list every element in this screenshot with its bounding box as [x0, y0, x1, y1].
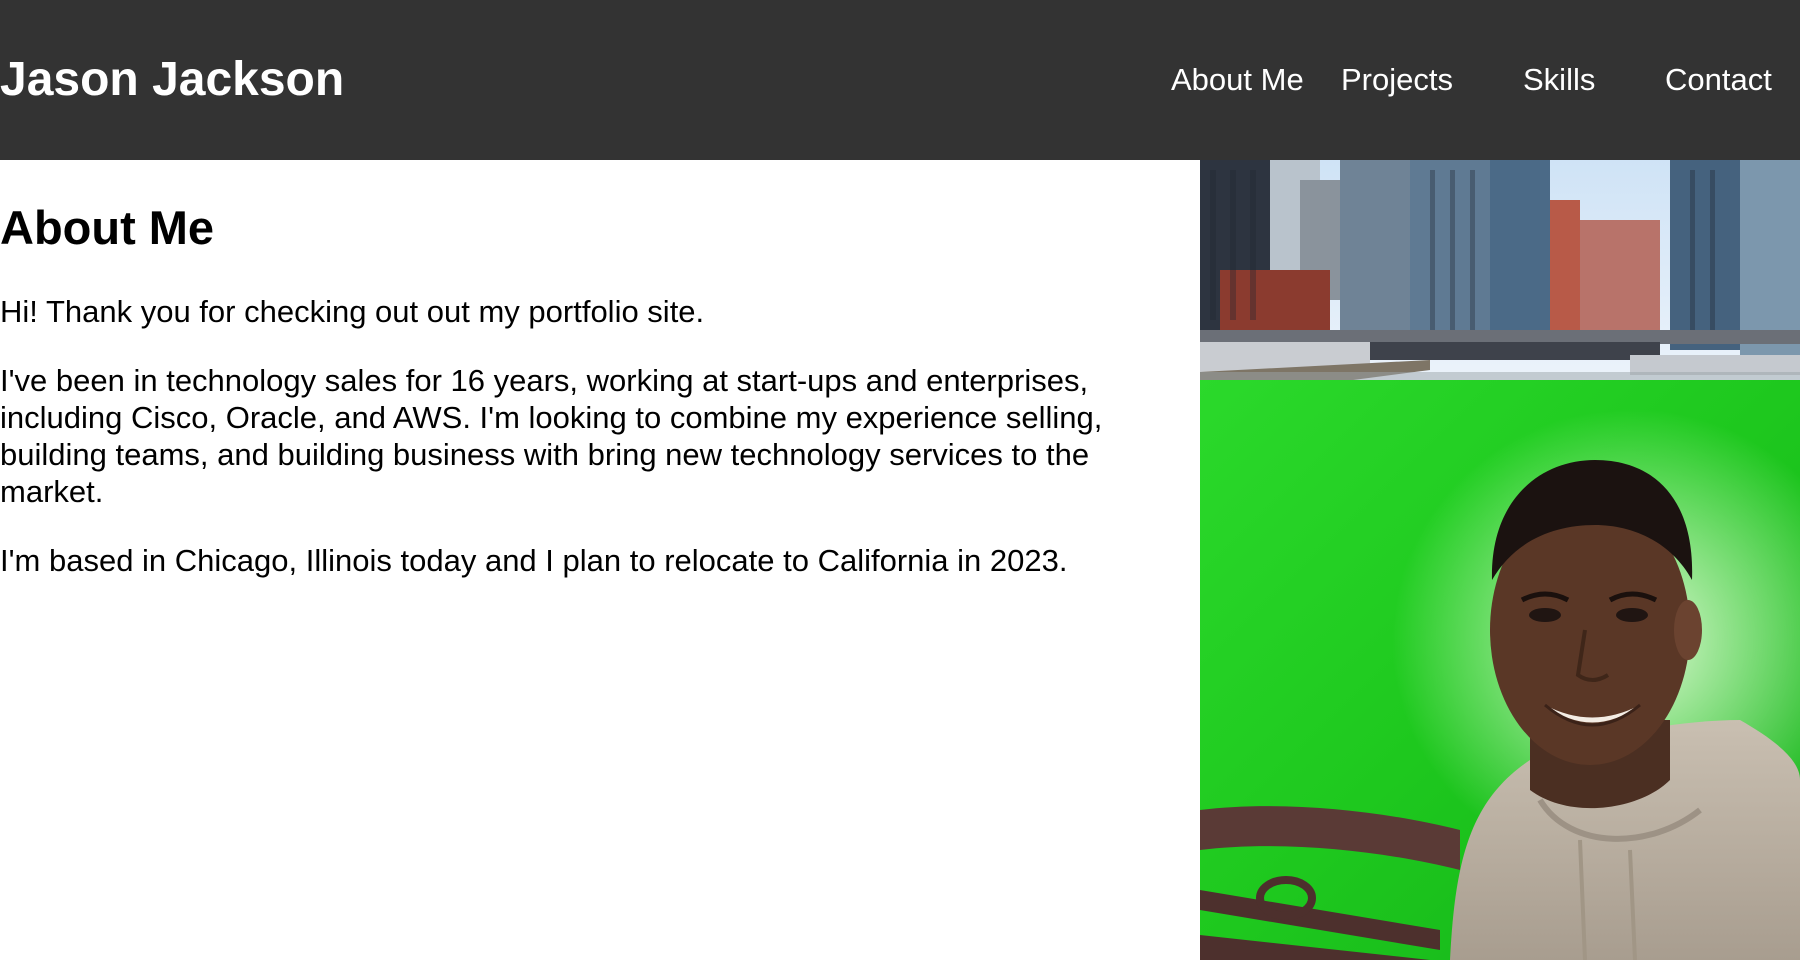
profile-photo: [1200, 160, 1800, 960]
about-paragraph-experience: I've been in technology sales for 16 yea…: [0, 363, 1103, 509]
about-paragraph-intro: Hi! Thank you for checking out out my po…: [0, 294, 705, 329]
about-heading: About Me: [0, 201, 215, 254]
profile-photo-illustration: [1200, 160, 1800, 960]
nav-link-projects[interactable]: Projects: [1341, 60, 1453, 100]
nav-link-skills[interactable]: Skills: [1523, 60, 1595, 100]
about-paragraph-location: I'm based in Chicago, Illinois today and…: [0, 543, 1068, 578]
site-header: Jason Jackson About Me Projects Skills C…: [0, 0, 1800, 160]
nav-link-contact[interactable]: Contact: [1665, 60, 1772, 100]
nav-link-about-me[interactable]: About Me: [1171, 60, 1304, 100]
main-nav: About Me Projects Skills Contact: [0, 60, 1800, 100]
